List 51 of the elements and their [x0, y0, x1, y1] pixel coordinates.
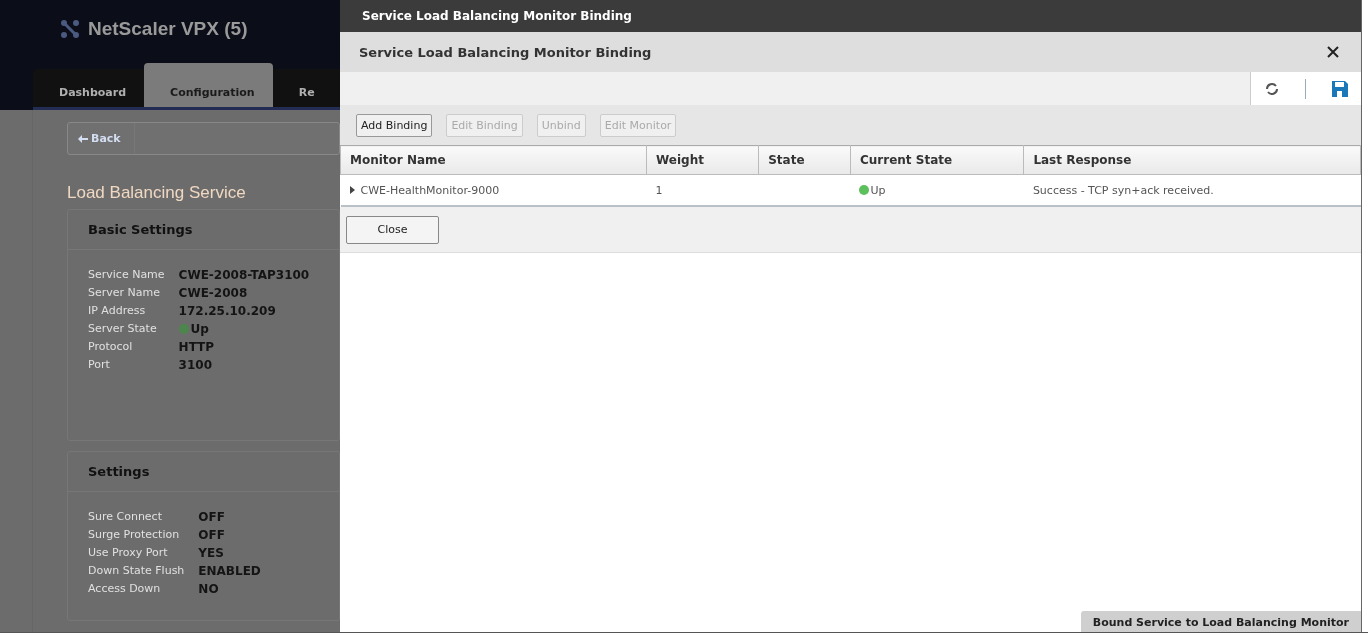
status-dot — [859, 185, 870, 195]
field-label: Service Name — [88, 268, 165, 282]
field-value: NO — [198, 582, 220, 596]
dialog-title: Service Load Balancing Monitor Binding — [359, 44, 652, 60]
column-header[interactable]: Monitor Name — [340, 145, 647, 175]
field-value: 3100 — [178, 358, 213, 372]
nav-tab[interactable]: Dashboard — [33, 63, 145, 107]
field-value: Up — [190, 322, 209, 336]
section-title: Settings — [68, 452, 339, 492]
column-header[interactable]: Current State — [850, 145, 1024, 175]
back-button[interactable]: Back — [68, 123, 135, 154]
field-label: Down State Flush — [88, 564, 185, 578]
column-header[interactable]: State — [758, 145, 851, 175]
field-label: Use Proxy Port — [88, 546, 169, 560]
field-value: OFF — [198, 510, 226, 524]
field-label: IP Address — [88, 304, 147, 318]
left-arrow-icon — [78, 134, 88, 143]
field-value: ENABLED — [198, 564, 262, 578]
column-header[interactable]: Last Response — [1023, 145, 1361, 175]
expand-icon[interactable] — [349, 186, 355, 194]
field-label: Server State — [88, 322, 158, 336]
field-value: HTTP — [178, 340, 216, 354]
table-cell: Success - TCP syn+ack received. — [1032, 183, 1214, 197]
refresh-icon[interactable] — [1263, 80, 1280, 97]
toolbar-button[interactable]: Add Binding — [356, 113, 433, 137]
field-value: YES — [198, 546, 225, 560]
field-label: Server Name — [88, 286, 162, 300]
section-title: Basic Settings — [68, 210, 339, 250]
table-cell: Up — [870, 183, 886, 197]
app-title: NetScaler VPX (5) — [88, 18, 248, 40]
nav-tab[interactable]: Re — [272, 63, 333, 107]
field-label: Port — [88, 358, 111, 372]
field-value: OFF — [198, 528, 226, 542]
field-label: Protocol — [88, 340, 134, 354]
field-value: CWE-2008-TAP3100 — [178, 268, 311, 282]
field-label: Sure Connect — [88, 510, 163, 524]
window-title: Service Load Balancing Monitor Binding — [340, 0, 1361, 32]
table-cell: 1 — [655, 183, 663, 197]
column-header[interactable]: Weight — [646, 145, 759, 175]
field-value: 172.25.10.209 — [178, 304, 277, 318]
nav-tab[interactable]: Configuration — [144, 63, 273, 107]
page-title: Load Balancing Service — [67, 183, 247, 203]
field-label: Surge Protection — [88, 528, 181, 542]
status-dot — [178, 324, 189, 334]
close-icon[interactable] — [1327, 46, 1339, 58]
close-button[interactable]: Close — [346, 215, 439, 244]
field-value: CWE-2008 — [178, 286, 249, 300]
table-cell: CWE-HealthMonitor-9000 — [360, 183, 500, 197]
field-label: Access Down — [88, 582, 162, 596]
logo-icon — [60, 19, 80, 39]
save-icon[interactable] — [1332, 80, 1349, 97]
